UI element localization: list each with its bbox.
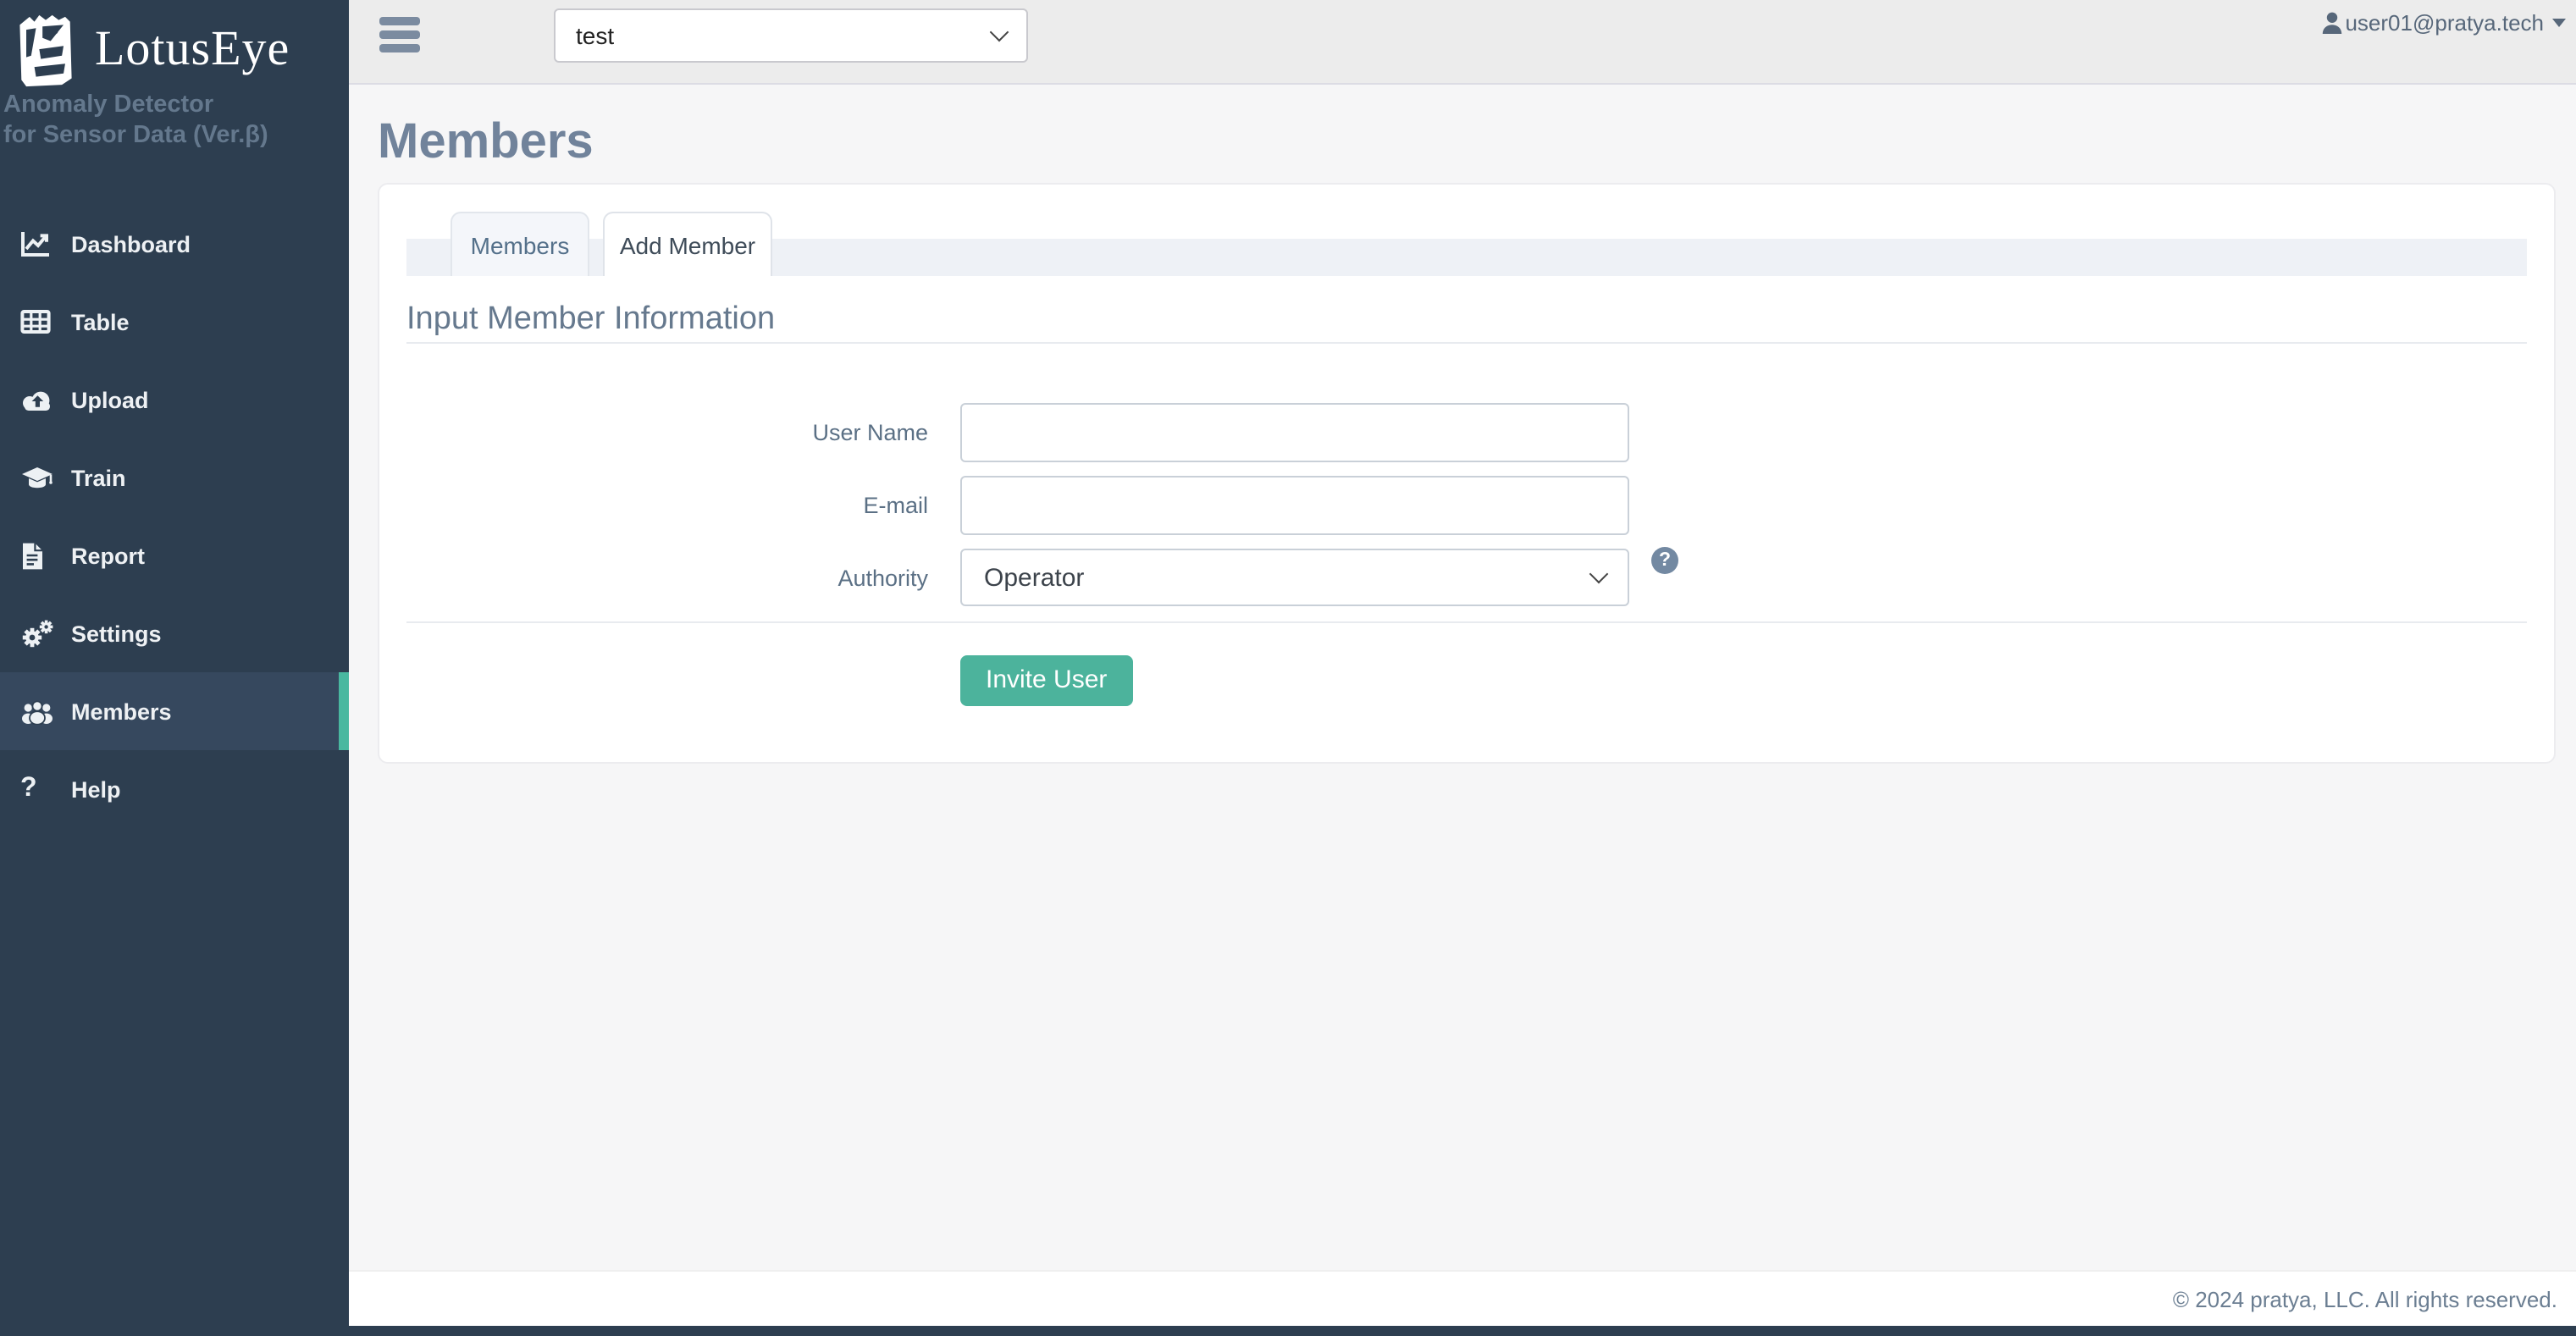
sidebar-nav: Dashboard Table Upload Train Report Sett… [0, 206, 349, 829]
sidebar-item-settings[interactable]: Settings [0, 595, 349, 673]
sidebar-item-label: Upload [71, 387, 149, 413]
app-subtitle: Anomaly Detector for Sensor Data (Ver.β) [0, 88, 349, 152]
page-title: Members [378, 115, 594, 169]
app-subtitle-line1: Anomaly Detector [3, 91, 214, 119]
add-member-form: User Name E-mail Authority Operator ? [406, 403, 2527, 608]
divider [406, 621, 2527, 623]
sidebar-item-label: Report [71, 543, 145, 569]
sidebar-item-table[interactable]: Table [0, 284, 349, 362]
app-window: LotusEye Anomaly Detector for Sensor Dat… [0, 0, 2576, 1336]
form-row-username: User Name [406, 403, 2527, 462]
user-menu[interactable]: user01@pratya.tech [2321, 10, 2566, 36]
email-field[interactable] [960, 476, 1629, 535]
tab-members[interactable]: Members [451, 212, 589, 276]
hamburger-menu-icon[interactable] [379, 17, 420, 58]
file-report-icon [20, 542, 58, 571]
bottom-strip [0, 1326, 2576, 1336]
caret-down-icon [2552, 19, 2566, 27]
section-title: Input Member Information [406, 301, 776, 337]
users-icon [20, 699, 58, 725]
invite-user-button[interactable]: Invite User [960, 655, 1133, 706]
sidebar-item-label: Help [71, 776, 121, 803]
members-panel: Members Add Member Input Member Informat… [378, 183, 2556, 764]
sidebar-item-help[interactable]: ? Help [0, 751, 349, 829]
cloud-upload-icon [20, 388, 58, 413]
brand-name: LotusEye [95, 22, 290, 76]
lotuseye-logo-icon [19, 14, 72, 86]
graduation-cap-icon [20, 466, 58, 491]
chart-line-icon [20, 231, 58, 258]
brand-logo[interactable]: LotusEye [0, 0, 349, 88]
email-label: E-mail [863, 493, 928, 518]
chevron-down-icon [1589, 564, 1609, 584]
sidebar-item-label: Dashboard [71, 231, 191, 257]
question-icon: ? [20, 774, 37, 803]
sidebar-item-upload[interactable]: Upload [0, 362, 349, 439]
username-input[interactable] [960, 403, 1629, 462]
project-select[interactable]: test [554, 8, 1028, 63]
copyright-text: © 2024 pratya, LLC. All rights reserved. [2172, 1286, 2557, 1311]
project-select-value: test [576, 22, 615, 49]
form-row-email: E-mail [406, 476, 2527, 535]
authority-select-value: Operator [984, 563, 1085, 592]
tab-label: Members [470, 231, 570, 258]
tab-add-member[interactable]: Add Member [603, 212, 772, 276]
form-actions: Invite User [406, 655, 2527, 706]
sidebar-item-train[interactable]: Train [0, 439, 349, 517]
sidebar-item-label: Train [71, 465, 126, 491]
sidebar-item-label: Settings [71, 621, 162, 647]
gears-icon [20, 620, 58, 649]
footer: © 2024 pratya, LLC. All rights reserved. [349, 1270, 2576, 1326]
divider [406, 342, 2527, 344]
user-icon [2322, 12, 2341, 34]
authority-help-icon[interactable]: ? [1651, 547, 1678, 574]
sidebar-item-label: Members [71, 698, 172, 725]
sidebar-item-members[interactable]: Members [0, 672, 349, 751]
authority-label: Authority [837, 566, 928, 591]
user-email: user01@pratya.tech [2345, 10, 2544, 36]
sidebar-item-dashboard[interactable]: Dashboard [0, 206, 349, 284]
tab-bar: Members Add Member [406, 212, 2527, 276]
main-content: Members Members Add Member Input Member … [349, 85, 2576, 1270]
form-row-authority: Authority Operator ? [406, 547, 2527, 608]
username-label: User Name [812, 420, 928, 445]
sidebar: LotusEye Anomaly Detector for Sensor Dat… [0, 0, 349, 1336]
topbar: test user01@pratya.tech [349, 0, 2576, 85]
chevron-down-icon [989, 22, 1009, 42]
sidebar-item-report[interactable]: Report [0, 517, 349, 595]
tab-label: Add Member [619, 231, 756, 258]
sidebar-item-label: Table [71, 309, 130, 335]
app-subtitle-line2: for Sensor Data (Ver.β) [3, 121, 268, 149]
authority-select[interactable]: Operator [960, 549, 1629, 606]
table-icon [20, 309, 58, 336]
